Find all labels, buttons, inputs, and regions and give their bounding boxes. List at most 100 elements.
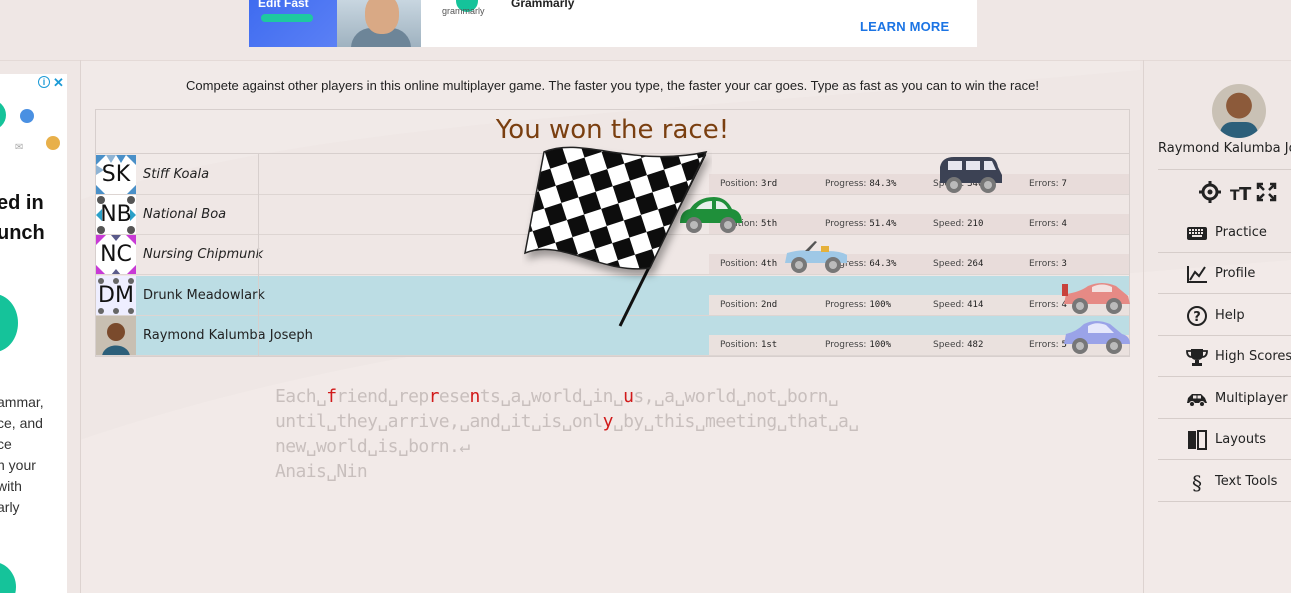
menu-item-label: Text Tools	[1215, 474, 1278, 489]
text-segment: ␣by␣this␣meeting␣that␣a␣	[612, 411, 859, 432]
ad-headline: ed in unch	[0, 192, 45, 244]
menu-item-label: High Scores	[1215, 349, 1291, 364]
user-name[interactable]: Raymond Kalumba Joseph	[1158, 141, 1291, 156]
text-segment: ts␣a␣world␣in␣	[479, 386, 624, 407]
stat-value: 3rd	[760, 179, 778, 189]
stat-label: Position:	[720, 259, 759, 269]
ad-graphic	[0, 562, 16, 593]
text-segment: ese	[438, 386, 470, 407]
player-name: Drunk Meadowlark	[143, 288, 265, 303]
sidebar-divider	[1158, 501, 1291, 502]
text-segment: s,␣a␣world␣not␣born␣	[633, 386, 839, 407]
lane-divider	[96, 355, 1129, 356]
fullscreen-icon[interactable]	[1256, 182, 1277, 202]
stat-label: Progress:	[825, 179, 867, 189]
user-avatar[interactable]	[1212, 84, 1266, 138]
player-name: National Boa	[143, 207, 227, 222]
stat-speed: Speed: 482	[933, 335, 983, 356]
learn-more-button[interactable]: LEARN MORE	[860, 19, 949, 34]
stat-label: Errors:	[1029, 300, 1059, 310]
menu-item-help[interactable]: ? Help	[1158, 295, 1291, 335]
stat-value: 5th	[760, 219, 778, 229]
stat-value: 264	[967, 259, 984, 269]
ad-photo	[337, 0, 421, 47]
stat-progress: Progress: 100%	[825, 335, 891, 356]
stat-label: Speed:	[933, 300, 965, 310]
ad-graphic	[0, 294, 18, 352]
stat-label: Speed:	[933, 340, 965, 350]
stat-label: Progress:	[825, 300, 867, 310]
stat-errors: Errors: 3	[1029, 254, 1067, 275]
stat-value: 84.3%	[869, 179, 897, 189]
player-initials: NC	[100, 242, 132, 267]
game-description: Compete against other players in this on…	[186, 78, 1039, 93]
ad-avatar	[20, 109, 34, 123]
menu-item-label: Practice	[1215, 225, 1267, 240]
ad-info-icon[interactable]: i	[38, 76, 50, 88]
ad-avatar	[46, 136, 60, 150]
menu-item-label: Multiplayer	[1215, 391, 1288, 406]
stat-progress: Progress: 84.3%	[825, 174, 896, 195]
text-segment: until␣they␣arrive,␣and␣it␣is␣onl	[275, 411, 603, 432]
text-line: new␣world␣is␣born.↵	[275, 434, 995, 459]
stat-label: Position:	[720, 179, 759, 189]
stat-position: Position: 4th	[720, 254, 777, 275]
stat-label: Errors:	[1029, 179, 1059, 189]
stat-value: 210	[967, 219, 984, 229]
player-initials: SK	[101, 162, 131, 187]
player-stats: Position: 5th Progress: 51.4% Speed: 210…	[709, 214, 1129, 235]
menu-item-multiplayer[interactable]: Multiplayer	[1158, 378, 1291, 418]
stat-label: Position:	[720, 300, 759, 310]
top-banner-ad[interactable]: Edit Fast grammarly Grammarly LEARN MORE	[249, 0, 977, 47]
stat-errors: Errors: 7	[1029, 174, 1067, 195]
ad-brand: Grammarly	[511, 0, 575, 10]
stat-speed: Speed: 210	[933, 214, 983, 235]
menu-item-label: Help	[1215, 308, 1245, 323]
menu-item-text-tools[interactable]: § Text Tools	[1158, 461, 1291, 501]
font-size-icon[interactable]: T T	[1230, 184, 1252, 204]
right-column-divider	[1143, 60, 1144, 593]
sidebar-divider	[1158, 376, 1291, 377]
ad-body-text: ammar, ce, and ce n your with arly	[0, 394, 44, 515]
sidebar-divider	[1158, 459, 1291, 460]
text-line: Each␣friend␣represents␣a␣world␣in␣us,␣a␣…	[275, 384, 995, 409]
text-line: until␣they␣arrive,␣and␣it␣is␣only␣by␣thi…	[275, 409, 995, 434]
text-line: Anais␣Nin	[275, 459, 995, 484]
menu-item-label: Profile	[1215, 266, 1256, 281]
ad-close-icon[interactable]: ✕	[53, 75, 64, 91]
player-avatar: NC	[96, 235, 136, 275]
typed-error-char: r	[428, 386, 440, 407]
menu-item-layouts[interactable]: Layouts	[1158, 419, 1291, 459]
menu-item-label: Layouts	[1215, 432, 1266, 447]
stat-position: Position: 1st	[720, 335, 777, 356]
player-avatar	[96, 316, 136, 356]
player-stats: Position: 4th Progress: 64.3% Speed: 264…	[709, 254, 1129, 275]
player-name: Nursing Chipmunk	[143, 247, 264, 262]
settings-icon[interactable]	[1199, 181, 1221, 203]
player-name: Stiff Koala	[143, 167, 210, 182]
typed-error-char: f	[326, 386, 337, 407]
menu-item-profile[interactable]: Profile	[1158, 253, 1291, 293]
player-initials: NB	[100, 202, 132, 227]
side-ad[interactable]: i ✕ ✉ ed in unch ammar, ce, and ce n you…	[0, 74, 67, 593]
stat-label: Speed:	[933, 259, 965, 269]
stat-speed: Speed: 264	[933, 254, 983, 275]
stat-value: 2nd	[760, 300, 778, 310]
header-divider	[0, 60, 1291, 61]
menu-item-high-scores[interactable]: High Scores	[1158, 336, 1291, 376]
ad-left-title: Edit Fast	[258, 0, 309, 10]
menu-item-practice[interactable]: Practice	[1158, 212, 1291, 252]
typed-error-char: y	[602, 411, 614, 432]
ad-graphic	[0, 100, 6, 130]
svg-text:?: ?	[1193, 310, 1201, 325]
svg-text:T: T	[1239, 184, 1252, 204]
stat-label: Errors:	[1029, 219, 1059, 229]
stat-value: 1st	[760, 340, 778, 350]
mail-icon: ✉	[15, 142, 24, 153]
text-segment: Each␣	[275, 386, 327, 407]
text-segment: Anais␣Nin	[275, 461, 368, 482]
stat-progress: Progress: 51.4%	[825, 214, 896, 235]
ad-left-badge	[261, 14, 313, 22]
stat-value: 4th	[760, 259, 778, 269]
stat-position: Position: 3rd	[720, 174, 777, 195]
